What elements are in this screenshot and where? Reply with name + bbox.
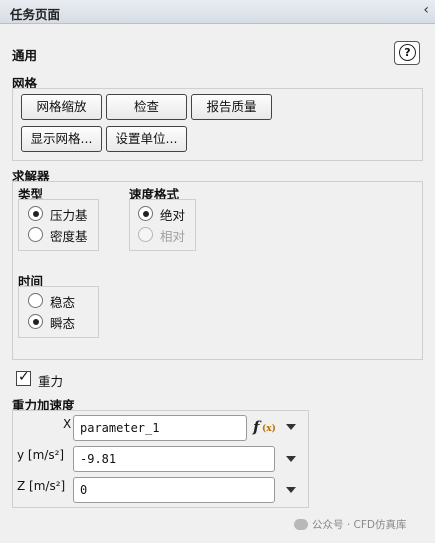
gravity-z-input[interactable]: 0 xyxy=(73,477,275,503)
gravity-y-label: y [m/s²] xyxy=(17,448,65,462)
help-icon: ? xyxy=(399,44,416,61)
pressure-based-label: 压力基 xyxy=(50,208,88,223)
steady-radio[interactable] xyxy=(28,293,43,308)
steady-label: 稳态 xyxy=(50,295,76,310)
absolute-label: 绝对 xyxy=(160,208,186,223)
task-page-title: 任务页面 xyxy=(10,7,61,22)
general-title: 通用 xyxy=(12,48,38,63)
watermark: 公众号 · CFD仿真库 xyxy=(294,517,406,532)
check-icon: ✓ xyxy=(18,369,30,385)
transient-radio[interactable] xyxy=(28,314,43,329)
collapse-icon[interactable]: ‹ xyxy=(423,2,429,18)
watermark-text: 公众号 · CFD仿真库 xyxy=(312,519,407,531)
gravity-x-label: X xyxy=(63,417,72,431)
pressure-based-radio[interactable] xyxy=(28,206,43,221)
gravity-x-dropdown-icon[interactable] xyxy=(286,424,296,430)
density-based-radio[interactable] xyxy=(28,227,43,242)
display-mesh-button[interactable]: 显示网格... xyxy=(21,126,102,152)
set-units-button[interactable]: 设置单位... xyxy=(106,126,187,152)
report-quality-button[interactable]: 报告质量 xyxy=(191,94,272,120)
gravity-y-input[interactable]: -9.81 xyxy=(73,446,275,472)
density-based-label: 密度基 xyxy=(50,229,88,244)
wechat-logo-icon xyxy=(294,518,308,530)
gravity-y-dropdown-icon[interactable] xyxy=(286,456,296,462)
gravity-label: 重力 xyxy=(38,374,64,389)
gravity-checkbox[interactable]: ✓ xyxy=(16,369,31,386)
gravity-x-input[interactable]: parameter_1 xyxy=(73,415,247,441)
absolute-radio[interactable] xyxy=(138,206,153,221)
gravity-z-dropdown-icon[interactable] xyxy=(286,487,296,493)
mesh-check-button[interactable]: 检查 xyxy=(106,94,187,120)
relative-label: 相对 xyxy=(160,229,186,244)
mesh-scale-button[interactable]: 网格缩放 xyxy=(21,94,102,120)
task-page-titlebar: 任务页面 ‹ xyxy=(0,0,435,24)
help-button[interactable]: ? xyxy=(394,41,420,65)
relative-radio xyxy=(138,227,153,242)
function-icon[interactable]: f (x) xyxy=(253,418,276,438)
transient-label: 瞬态 xyxy=(50,316,76,331)
gravity-z-label: Z [m/s²] xyxy=(17,479,66,493)
